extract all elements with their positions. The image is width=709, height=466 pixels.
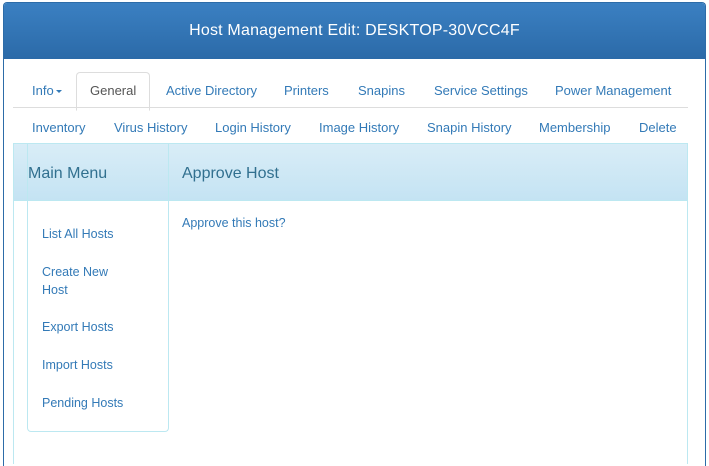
tab-info[interactable]: Info	[32, 82, 62, 100]
content-panel: Main Menu Approve Host List All Hosts Cr…	[13, 143, 688, 464]
tab-printers[interactable]: Printers	[284, 82, 329, 100]
sidebar-title: Main Menu	[28, 165, 108, 182]
section-title: Approve Host	[182, 165, 279, 182]
chevron-down-icon	[55, 90, 62, 94]
tab-image-history[interactable]: Image History	[319, 119, 399, 137]
tab-general[interactable]: General	[76, 72, 151, 111]
menu-item-list-all-hosts[interactable]: List All Hosts	[42, 225, 114, 243]
menu-item-create-new-host[interactable]: Create New Host	[42, 263, 108, 299]
tab-virus-history[interactable]: Virus History	[114, 119, 187, 137]
tab-service-settings[interactable]: Service Settings	[434, 82, 528, 100]
tab-power-management[interactable]: Power Management	[555, 82, 671, 100]
tab-inventory[interactable]: Inventory	[32, 119, 85, 137]
menu-item-import-hosts[interactable]: Import Hosts	[42, 356, 113, 374]
tab-general-label: General	[90, 83, 137, 98]
menu-item-create-new-line1: Create New	[42, 265, 108, 279]
tab-active-directory[interactable]: Active Directory	[166, 82, 257, 100]
tab-info-label: Info	[32, 83, 54, 98]
tab-divider	[13, 107, 688, 108]
page-title: Host Management Edit: DESKTOP-30VCC4F	[189, 22, 520, 39]
menu-item-pending-hosts[interactable]: Pending Hosts	[42, 394, 123, 412]
approve-host-link[interactable]: Approve this host?	[182, 216, 286, 230]
menu-item-export-hosts[interactable]: Export Hosts	[42, 318, 114, 336]
tab-snapin-history[interactable]: Snapin History	[427, 119, 512, 137]
tab-delete[interactable]: Delete	[639, 119, 677, 137]
tab-membership[interactable]: Membership	[539, 119, 611, 137]
tab-snapins[interactable]: Snapins	[358, 82, 405, 100]
tab-login-history[interactable]: Login History	[215, 119, 291, 137]
page-title-bar: Host Management Edit: DESKTOP-30VCC4F	[4, 3, 705, 59]
menu-item-create-new-line2: Host	[42, 283, 68, 297]
